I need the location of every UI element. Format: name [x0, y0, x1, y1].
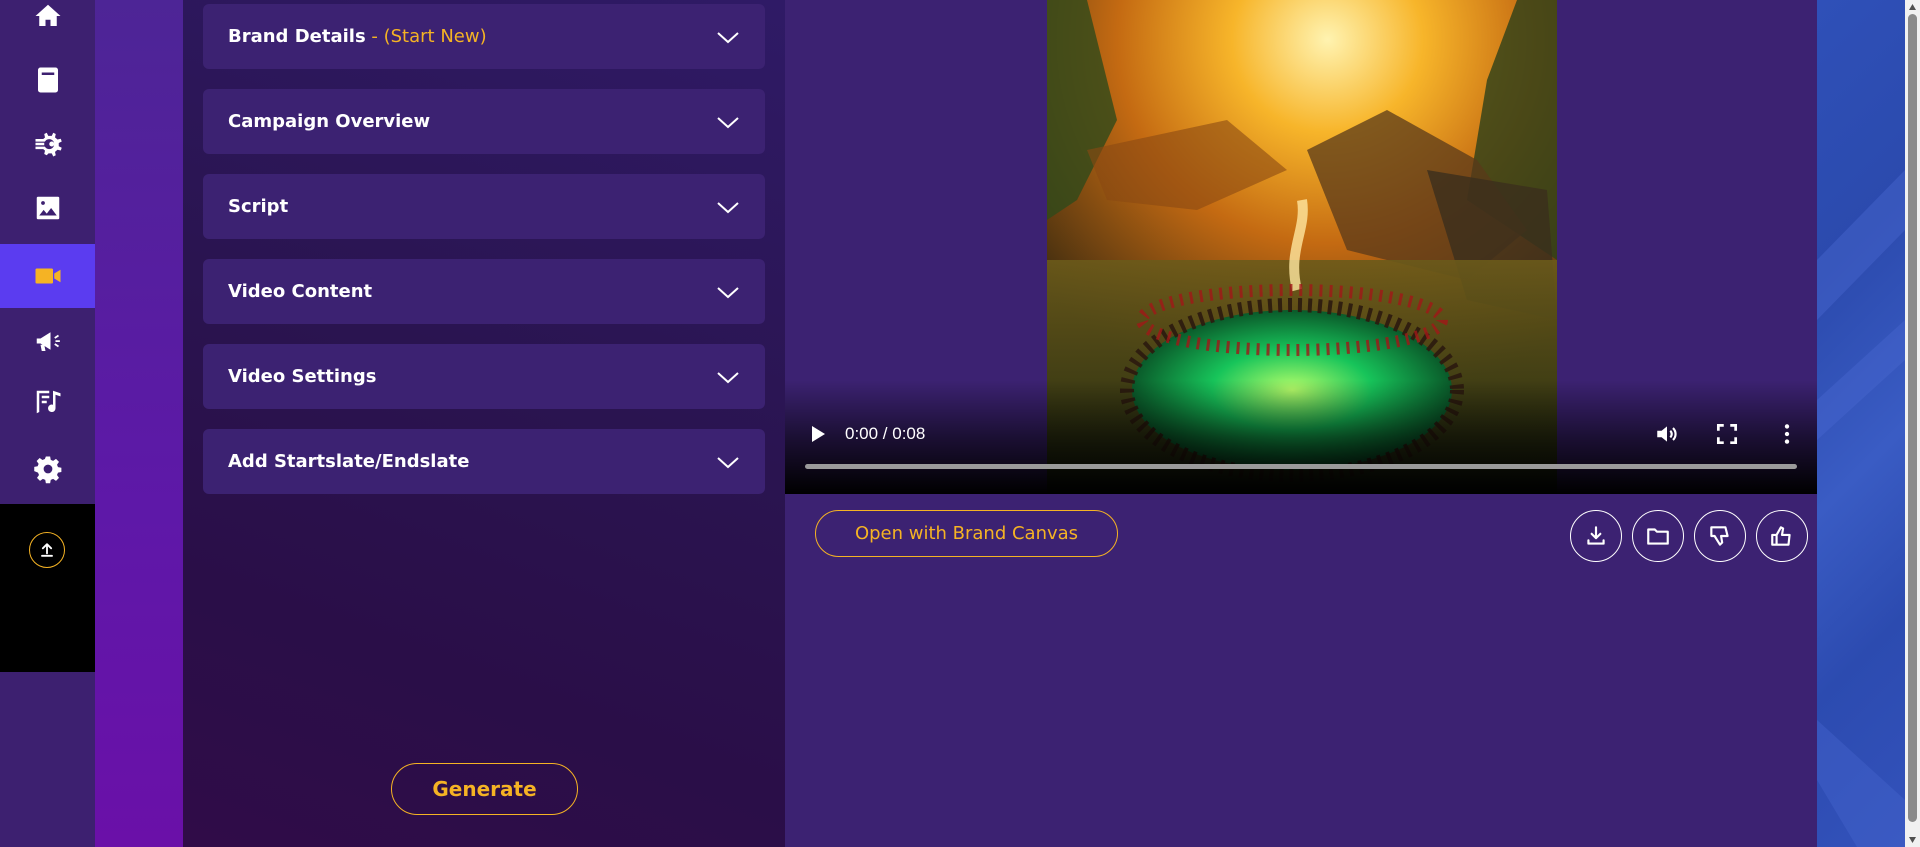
automation-gear-icon	[35, 132, 62, 157]
more-options-icon[interactable]	[1774, 421, 1800, 447]
sidebar-item-automation[interactable]	[0, 112, 95, 176]
sidebar-nav	[0, 0, 95, 847]
accordion-campaign-overview[interactable]: Campaign Overview	[203, 89, 765, 154]
chevron-down-icon	[717, 116, 739, 128]
download-icon	[1587, 526, 1605, 545]
accordion-title: Video Settings	[228, 366, 377, 387]
fullscreen-icon[interactable]	[1714, 421, 1740, 447]
folder-button[interactable]	[1632, 510, 1684, 562]
chevron-down-icon	[717, 201, 739, 213]
video-progress-bar[interactable]	[805, 464, 1797, 469]
settings-gear-icon	[33, 456, 61, 484]
scrollbar-thumb[interactable]	[1908, 14, 1917, 822]
thumbs-down-icon	[1710, 526, 1729, 546]
generate-button[interactable]: Generate	[391, 763, 578, 815]
chevron-down-icon	[717, 456, 739, 468]
image-icon	[36, 196, 59, 220]
sidebar-item-campaigns[interactable]	[0, 309, 95, 373]
home-icon	[35, 4, 60, 26]
sidebar-item-home[interactable]	[0, 0, 95, 48]
video-camera-icon	[35, 268, 60, 284]
accordion-title: Brand Details - (Start New)	[228, 26, 487, 47]
thumbs-up-button[interactable]	[1756, 510, 1808, 562]
thumbs-down-button[interactable]	[1694, 510, 1746, 562]
accordion-subtitle: - (Start New)	[365, 26, 487, 47]
form-panel: Brand Details - (Start New) Campaign Ove…	[183, 0, 785, 847]
sidebar-item-settings[interactable]	[0, 437, 95, 501]
accordion-title: Video Content	[228, 281, 373, 302]
accordion-video-settings[interactable]: Video Settings	[203, 344, 765, 409]
video-preview-area: 0:00 / 0:08 Open with Brand Canvas	[785, 0, 1817, 847]
thumbs-up-icon	[1771, 526, 1791, 546]
sidebar-item-music[interactable]	[0, 370, 95, 434]
document-icon	[37, 67, 58, 93]
accordion-title: Campaign Overview	[228, 111, 431, 132]
sidebar-item-video[interactable]	[0, 244, 95, 308]
accordion-video-content[interactable]: Video Content	[203, 259, 765, 324]
video-time-display: 0:00 / 0:08	[845, 424, 926, 443]
sidebar-item-images[interactable]	[0, 176, 95, 240]
sidebar-item-documents[interactable]	[0, 48, 95, 112]
accordion-startslate-endslate[interactable]: Add Startslate/Endslate	[203, 429, 765, 494]
accordion-title: Add Startslate/Endslate	[228, 451, 470, 472]
chevron-down-icon	[717, 371, 739, 383]
volume-icon[interactable]	[1654, 421, 1680, 447]
accordion-brand-details[interactable]: Brand Details - (Start New)	[203, 4, 765, 69]
music-note-icon	[36, 390, 60, 414]
folder-icon	[1647, 528, 1669, 545]
chevron-down-icon	[717, 31, 739, 43]
open-brand-canvas-button[interactable]: Open with Brand Canvas	[815, 510, 1118, 557]
upload-icon	[41, 543, 53, 557]
background-gutter	[95, 0, 183, 847]
megaphone-icon	[36, 332, 60, 351]
upload-button[interactable]	[29, 532, 65, 568]
scroll-up-icon[interactable]	[1908, 3, 1917, 11]
chevron-down-icon	[717, 286, 739, 298]
download-button[interactable]	[1570, 510, 1622, 562]
accordion-script[interactable]: Script	[203, 174, 765, 239]
upload-panel	[0, 504, 95, 672]
play-icon[interactable]	[805, 422, 829, 446]
page-scrollbar[interactable]	[1905, 0, 1920, 847]
background-decoration	[1817, 170, 1905, 847]
background-right	[1817, 0, 1905, 847]
accordion-title: Script	[228, 196, 289, 217]
scroll-down-icon[interactable]	[1908, 836, 1917, 844]
video-player[interactable]: 0:00 / 0:08	[785, 0, 1817, 494]
